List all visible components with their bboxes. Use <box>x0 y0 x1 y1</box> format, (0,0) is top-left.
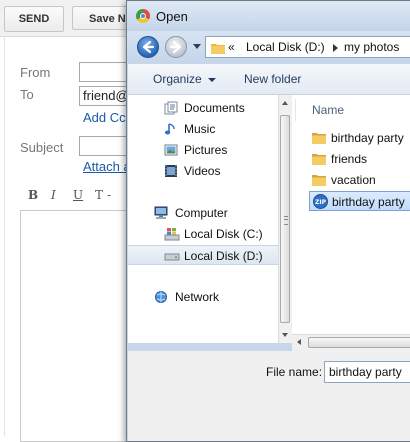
address-overflow[interactable]: « <box>228 40 235 54</box>
navigation-pane: Documents Music Pictures Videos Computer… <box>128 95 278 343</box>
compose-divider <box>4 36 5 436</box>
back-arrow-icon <box>142 40 155 54</box>
nav-item-pictures[interactable]: Pictures <box>128 140 278 160</box>
attach-file-link[interactable]: Attach a <box>83 159 131 174</box>
organize-label: Organize <box>153 72 202 86</box>
folder-icon <box>312 175 326 186</box>
dialog-titlebar[interactable]: Open <box>127 1 410 31</box>
breadcrumb-my-photos[interactable]: my photos <box>344 40 399 54</box>
list-item[interactable]: vacation <box>309 170 410 190</box>
dialog-footer: File name: birthday party <box>128 351 410 441</box>
folder-icon <box>211 44 225 54</box>
breadcrumb-local-disk-d[interactable]: Local Disk (D:) <box>246 40 325 54</box>
nav-item-label: Pictures <box>184 143 228 157</box>
format-toolbar: B I U T - <box>20 188 140 208</box>
dialog-command-bar: Organize New folder <box>128 64 410 95</box>
underline-button[interactable]: U <box>73 188 83 202</box>
drive-icon <box>164 253 180 261</box>
folder-icon <box>312 154 326 165</box>
nav-item-label: Videos <box>184 164 221 178</box>
scrollbar-thumb[interactable] <box>280 115 290 323</box>
file-name: vacation <box>331 173 376 187</box>
to-label: To <box>20 87 34 102</box>
nav-item-label: Documents <box>184 101 245 115</box>
file-name-label: File name: <box>266 365 323 379</box>
nav-item-label: Computer <box>175 206 228 220</box>
navigation-bar: « Local Disk (D:) my photos <box>127 31 410 63</box>
file-list-horizontal-scrollbar[interactable] <box>292 334 410 351</box>
windows-drive-icon <box>164 228 180 241</box>
svg-text:ZIP: ZIP <box>315 199 327 206</box>
breadcrumb-separator-icon[interactable] <box>333 44 338 52</box>
italic-button[interactable]: I <box>51 188 56 202</box>
nav-item-label: Local Disk (D:) <box>184 249 263 263</box>
bold-button[interactable]: B <box>28 188 38 202</box>
videos-icon <box>165 165 177 177</box>
scroll-left-icon[interactable] <box>297 339 301 345</box>
file-name: friends <box>331 152 368 166</box>
scroll-up-icon[interactable] <box>282 101 288 105</box>
file-name: birthday party <box>332 195 405 209</box>
scrollbar-thumb[interactable] <box>308 337 410 348</box>
address-bar[interactable]: « Local Disk (D:) my photos <box>205 36 410 58</box>
file-name: birthday party <box>331 131 404 145</box>
grip-icon <box>284 216 288 225</box>
music-icon <box>165 123 175 135</box>
name-column-header[interactable]: Name <box>312 103 344 117</box>
nav-item-local-disk-c[interactable]: Local Disk (C:) <box>128 224 278 244</box>
message-body-editor[interactable] <box>20 210 141 442</box>
navigation-pane-scrollbar[interactable] <box>278 95 292 343</box>
documents-icon <box>164 101 178 115</box>
recent-locations-dropdown[interactable] <box>193 44 201 49</box>
nav-item-label: Music <box>184 122 216 136</box>
list-item-selected[interactable]: ZIP birthday party <box>309 191 410 211</box>
back-button[interactable] <box>137 36 159 58</box>
new-folder-button[interactable]: New folder <box>244 72 301 86</box>
nav-item-music[interactable]: Music <box>128 119 278 139</box>
file-name-input[interactable]: birthday party <box>324 361 410 383</box>
organize-button[interactable]: Organize <box>153 72 216 86</box>
nav-item-computer[interactable]: Computer <box>128 203 278 223</box>
dialog-title: Open <box>156 9 188 24</box>
from-label: From <box>20 65 51 80</box>
nav-item-videos[interactable]: Videos <box>128 161 278 181</box>
chrome-icon <box>136 9 150 23</box>
nav-item-network[interactable]: Network <box>128 287 278 307</box>
zip-file-icon: ZIP <box>313 194 328 209</box>
nav-item-label: Local Disk (C:) <box>184 227 263 241</box>
list-item[interactable]: birthday party <box>309 128 410 148</box>
subject-label: Subject <box>20 140 64 155</box>
scroll-down-icon[interactable] <box>282 333 288 337</box>
pictures-icon <box>164 144 178 156</box>
folder-icon <box>312 133 326 144</box>
font-size-button[interactable]: - <box>107 188 111 202</box>
forward-button[interactable] <box>165 36 187 58</box>
send-button[interactable]: SEND <box>4 6 64 32</box>
nav-item-local-disk-d[interactable]: Local Disk (D:) <box>128 245 278 265</box>
open-file-dialog: Open « Local Disk (D:) my photos Organiz… <box>126 0 410 442</box>
computer-icon <box>154 206 168 219</box>
list-item[interactable]: friends <box>309 149 410 169</box>
font-button[interactable]: T <box>95 188 103 202</box>
add-cc-link[interactable]: Add Cc <box>83 110 126 125</box>
forward-arrow-icon <box>169 40 182 54</box>
nav-item-documents[interactable]: Documents <box>128 98 278 118</box>
nav-item-label: Network <box>175 290 220 304</box>
network-icon <box>155 291 167 303</box>
chevron-down-icon <box>207 77 216 82</box>
column-divider <box>295 99 296 121</box>
file-list: Name birthday party friends vacation ZIP… <box>292 95 410 343</box>
